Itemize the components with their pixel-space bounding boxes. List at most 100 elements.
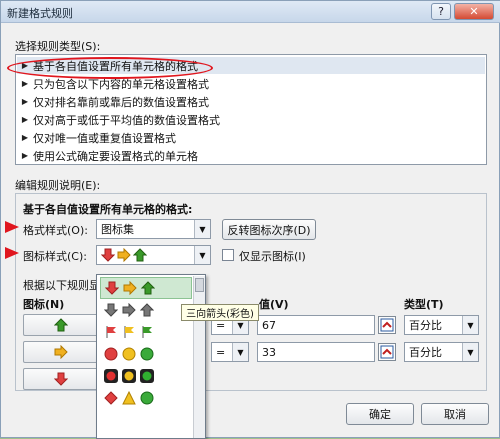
arrow-down-red-icon <box>53 372 68 386</box>
dialog-title: 新建格式规则 <box>7 7 73 20</box>
highlight-ellipse <box>7 57 213 79</box>
icon-set-tooltip: 三向箭头(彩色) <box>181 304 259 321</box>
rule-type-item[interactable]: ▶ 仅对唯一值或重复值设置格式 <box>17 129 485 146</box>
flag-red-icon <box>106 326 116 338</box>
chevron-down-icon[interactable]: ▼ <box>232 343 248 361</box>
arrow-down-red-icon <box>105 281 119 295</box>
scroll-thumb[interactable] <box>195 278 204 292</box>
rule-type-item[interactable]: ▶ 使用公式确定要设置格式的单元格 <box>17 147 485 164</box>
type-value: 百分比 <box>409 346 442 359</box>
rule-desc-label: 编辑规则说明(E): <box>15 179 101 192</box>
value-text: 67 <box>262 318 276 332</box>
ok-label: 确定 <box>369 408 391 421</box>
icon-picker-button[interactable] <box>23 368 98 390</box>
arrow-right-yellow-icon <box>54 345 68 359</box>
arrow-right-yellow-icon <box>123 281 137 295</box>
icon-picker-button[interactable] <box>23 314 98 336</box>
show-icon-only-checkbox[interactable] <box>222 249 234 261</box>
rule-type-item-label: 仅对高于或低于平均值的数值设置格式 <box>33 113 220 127</box>
ok-button[interactable]: 确定 <box>346 403 414 425</box>
red-arrow-marker <box>5 247 19 259</box>
triangle-yellow-icon <box>122 391 136 405</box>
format-style-label: 格式样式(O): <box>23 224 88 237</box>
circle-green-icon <box>140 347 154 361</box>
red-arrow-marker <box>5 221 19 233</box>
format-style-value: 图标集 <box>101 223 134 236</box>
help-icon: ? <box>438 5 444 18</box>
rule-type-item-label: 仅对唯一值或重复值设置格式 <box>33 131 176 145</box>
icon-set-option[interactable] <box>100 365 192 387</box>
col-type-header: 类型(T) <box>404 298 444 311</box>
arrow-down-red-icon <box>101 248 115 262</box>
rule-desc-heading: 基于各自值设置所有单元格的格式: <box>23 203 193 216</box>
bullet-icon: ▶ <box>21 79 29 88</box>
arrow-up-green-icon <box>133 248 147 262</box>
icon-set-option[interactable] <box>100 299 192 321</box>
range-select-icon <box>380 318 394 332</box>
operator-value: = <box>216 345 226 359</box>
rule-type-item-label: 使用公式确定要设置格式的单元格 <box>33 149 198 163</box>
arrow-up-green-icon <box>141 281 155 295</box>
type-select[interactable]: 百分比 ▼ <box>404 342 479 362</box>
type-select[interactable]: 百分比 ▼ <box>404 315 479 335</box>
arrow-up-gray-icon <box>140 303 154 317</box>
chevron-down-icon[interactable]: ▼ <box>194 246 210 264</box>
icon-set-option[interactable] <box>100 321 192 343</box>
cancel-button[interactable]: 取消 <box>421 403 489 425</box>
range-picker-button[interactable] <box>378 343 396 361</box>
value-text: 33 <box>262 345 276 359</box>
dropdown-scrollbar[interactable] <box>193 276 205 438</box>
icon-set-option[interactable] <box>100 277 192 299</box>
reverse-icon-order-button[interactable]: 反转图标次序(D) <box>222 219 316 240</box>
arrow-right-yellow-icon <box>117 248 131 262</box>
icon-set-option[interactable] <box>100 343 192 365</box>
format-style-select[interactable]: 图标集 ▼ <box>96 219 211 239</box>
circle-yellow-icon <box>122 347 136 361</box>
chevron-down-icon[interactable]: ▼ <box>462 316 478 334</box>
circle-red-icon <box>104 347 118 361</box>
help-button[interactable]: ? <box>431 3 451 20</box>
rule-intro-text: 根据以下规则显 <box>23 279 100 292</box>
rule-type-label: 选择规则类型(S): <box>15 40 101 53</box>
close-button[interactable]: ✕ <box>454 3 494 20</box>
icon-style-preview <box>97 248 194 262</box>
diamond-red-icon <box>104 391 118 405</box>
col-value-header: 值(V) <box>259 298 289 311</box>
col-icon-header: 图标(N) <box>23 298 65 311</box>
close-icon: ✕ <box>469 5 479 18</box>
icon-style-dropdown[interactable] <box>96 274 206 439</box>
traffic-light-green-icon <box>140 369 154 383</box>
range-picker-button[interactable] <box>378 316 396 334</box>
rule-type-item-label: 仅对排名靠前或靠后的数值设置格式 <box>33 95 209 109</box>
value-input[interactable]: 67 <box>257 315 375 335</box>
type-value: 百分比 <box>409 319 442 332</box>
icon-style-select[interactable]: ▼ <box>96 245 211 265</box>
flag-green-icon <box>142 326 152 338</box>
arrow-right-gray-icon <box>122 303 136 317</box>
rule-type-item[interactable]: ▶ 仅对高于或低于平均值的数值设置格式 <box>17 111 485 128</box>
arrow-down-gray-icon <box>104 303 118 317</box>
icon-picker-button[interactable] <box>23 341 98 363</box>
traffic-light-yellow-icon <box>122 369 136 383</box>
reverse-icon-order-label: 反转图标次序(D) <box>227 223 311 237</box>
chevron-down-icon[interactable]: ▼ <box>194 220 210 238</box>
arrow-up-green-icon <box>53 318 68 332</box>
bullet-icon: ▶ <box>21 97 29 106</box>
flag-yellow-icon <box>124 326 134 338</box>
operator-select[interactable]: = ▼ <box>211 342 249 362</box>
icon-set-option[interactable] <box>100 387 192 409</box>
range-select-icon <box>380 345 394 359</box>
bullet-icon: ▶ <box>21 151 29 160</box>
rule-type-item[interactable]: ▶ 仅对排名靠前或靠后的数值设置格式 <box>17 93 485 110</box>
bullet-icon: ▶ <box>21 115 29 124</box>
bullet-icon: ▶ <box>21 133 29 142</box>
icon-style-label: 图标样式(C): <box>23 250 87 263</box>
value-input[interactable]: 33 <box>257 342 375 362</box>
traffic-light-red-icon <box>104 369 118 383</box>
chevron-down-icon[interactable]: ▼ <box>462 343 478 361</box>
title-bar[interactable]: 新建格式规则 ? ✕ <box>1 1 500 23</box>
cancel-label: 取消 <box>444 408 466 421</box>
show-icon-only-label: 仅显示图标(I) <box>239 250 306 263</box>
circle-green-icon <box>140 391 154 405</box>
new-format-rule-dialog: 新建格式规则 ? ✕ 选择规则类型(S): ▶ 基于各自值设置所有单元格的格式 … <box>0 0 500 439</box>
